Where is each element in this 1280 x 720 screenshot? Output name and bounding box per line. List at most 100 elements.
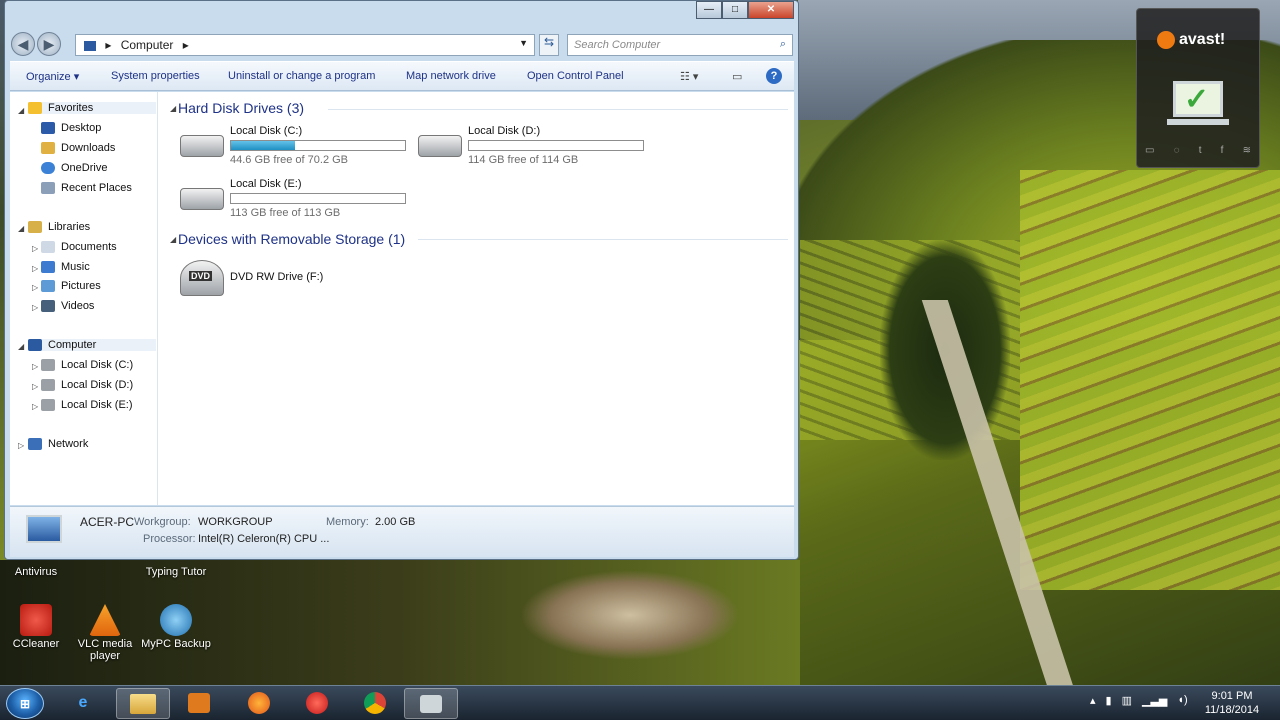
vlc-cone-icon	[89, 604, 121, 636]
group-divider	[328, 109, 788, 110]
nav-favorites[interactable]: Favorites	[28, 102, 156, 115]
content-area: ◢ Hard Disk Drives (3) Local Disk (C:) 4…	[168, 92, 794, 505]
collapsed-arrow[interactable]: ▷	[32, 362, 38, 371]
nav-pictures[interactable]: Pictures	[41, 280, 101, 293]
start-button[interactable]: ⊞	[6, 688, 44, 719]
taskbar-opera[interactable]	[290, 688, 344, 719]
breadcrumb-computer[interactable]: Computer	[121, 38, 174, 52]
nav-local-disk-e[interactable]: Local Disk (E:)	[41, 399, 133, 412]
command-bar: Organize ▾ System properties Uninstall o…	[10, 61, 794, 91]
minimize-button[interactable]: —	[696, 1, 722, 19]
windows-drive-icon	[180, 135, 224, 157]
star-icon	[28, 102, 42, 115]
nav-libraries[interactable]: Libraries	[28, 221, 90, 234]
search-input[interactable]: Search Computer ⌕	[567, 34, 793, 56]
view-options-icon[interactable]: ☷ ▾	[680, 70, 698, 83]
volume-icon[interactable]: ◖)	[1177, 694, 1187, 707]
open-control-panel-button[interactable]: Open Control Panel	[527, 70, 624, 82]
taskbar-file-explorer[interactable]	[116, 688, 170, 719]
collapsed-arrow[interactable]: ▷	[32, 264, 38, 273]
collapsed-arrow[interactable]: ▷	[32, 244, 38, 253]
laptop-base	[1167, 119, 1229, 125]
nav-recent-places[interactable]: Recent Places	[41, 182, 132, 195]
media-player-icon	[188, 693, 210, 713]
search-icon[interactable]: ⌕	[780, 38, 786, 51]
nav-videos[interactable]: Videos	[41, 300, 94, 313]
workgroup-value: WORKGROUP	[198, 516, 273, 528]
ccleaner-icon	[20, 604, 52, 636]
collapsed-arrow[interactable]: ▷	[32, 303, 38, 312]
drive-usage-fill	[231, 141, 295, 150]
nav-desktop[interactable]: Desktop	[41, 122, 101, 135]
facebook-icon[interactable]: f	[1221, 145, 1224, 156]
close-button[interactable]: ✕	[748, 1, 794, 19]
collapsed-arrow[interactable]: ▷	[32, 382, 38, 391]
forward-button[interactable]: ▶	[37, 32, 61, 56]
refresh-icon[interactable]: ◌	[1174, 145, 1180, 156]
twitter-icon[interactable]: t	[1199, 145, 1202, 156]
breadcrumb-separator[interactable]: ▸	[105, 38, 111, 52]
clock-time: 9:01 PM	[1211, 690, 1253, 702]
help-icon[interactable]: ?	[766, 68, 782, 84]
expand-arrow[interactable]: ◢	[18, 342, 24, 351]
processor-label: Processor:	[143, 533, 196, 545]
group-collapse-arrow[interactable]: ◢	[170, 235, 176, 244]
taskbar-internet-explorer[interactable]: e	[56, 688, 110, 719]
preview-pane-icon[interactable]: ▭	[732, 70, 742, 83]
drive-icon	[41, 379, 55, 392]
maximize-button[interactable]: □	[722, 1, 748, 19]
nav-music[interactable]: Music	[41, 261, 90, 274]
drive-free-space: 114 GB free of 114 GB	[468, 154, 579, 166]
navigation-pane: ◢ Favorites Desktop Downloads OneDrive R…	[10, 92, 158, 505]
libraries-icon	[28, 221, 42, 234]
computer-icon	[28, 339, 42, 352]
desktop-icon-typing-tutor[interactable]: Typing Tutor	[140, 566, 212, 578]
system-clock[interactable]: 9:01 PM 11/18/2014	[1200, 689, 1264, 717]
desktop-icon-vlc[interactable]: VLC media player	[69, 604, 141, 662]
system-properties-button[interactable]: System properties	[111, 70, 200, 82]
expand-arrow[interactable]: ◢	[18, 106, 24, 115]
back-button[interactable]: ◀	[11, 32, 35, 56]
map-network-drive-button[interactable]: Map network drive	[406, 70, 496, 82]
desktop-icon-antivirus[interactable]: Antivirus	[0, 566, 72, 578]
group-hard-disk-drives[interactable]: Hard Disk Drives (3)	[178, 100, 304, 116]
nav-documents[interactable]: Documents	[41, 241, 117, 254]
address-bar[interactable]: ▸ Computer ▸ ▼	[75, 34, 535, 56]
address-dropdown-icon[interactable]: ▼	[519, 38, 528, 48]
explorer-window: — □ ✕ ◀ ▶ ▸ Computer ▸ ▼ ⇆ Search Comput…	[4, 0, 799, 560]
breadcrumb-expand[interactable]: ▸	[183, 38, 189, 52]
nav-network[interactable]: Network	[28, 438, 88, 451]
drive-icon	[180, 188, 224, 210]
collapsed-arrow[interactable]: ▷	[32, 283, 38, 292]
nav-local-disk-d[interactable]: Local Disk (D:)	[41, 379, 133, 392]
expand-arrow[interactable]: ◢	[18, 224, 24, 233]
refresh-button[interactable]: ⇆	[539, 34, 559, 56]
nav-onedrive[interactable]: OneDrive	[41, 162, 107, 175]
desktop-icon-ccleaner[interactable]: CCleaner	[0, 604, 72, 650]
taskbar-chrome[interactable]	[348, 688, 402, 719]
details-pane: ACER-PC Workgroup: WORKGROUP Memory: 2.0…	[10, 506, 794, 557]
rss-icon[interactable]: ≋	[1243, 145, 1251, 156]
collapsed-arrow[interactable]: ▷	[32, 402, 38, 411]
uninstall-program-button[interactable]: Uninstall or change a program	[228, 70, 375, 82]
taskbar-media-player[interactable]	[172, 688, 226, 719]
collapsed-arrow[interactable]: ▷	[18, 441, 24, 450]
signal-icon[interactable]: ▁▃▅	[1142, 694, 1167, 707]
battery-icon[interactable]: ▮	[1106, 694, 1112, 707]
main-pane: ◢ Favorites Desktop Downloads OneDrive R…	[10, 92, 794, 505]
nav-local-disk-c[interactable]: Local Disk (C:)	[41, 359, 133, 372]
group-removable-storage[interactable]: Devices with Removable Storage (1)	[178, 231, 405, 247]
desktop-icon-mypc-backup[interactable]: MyPC Backup	[140, 604, 212, 650]
taskbar-camera-app[interactable]	[404, 688, 458, 719]
avast-toolbar: ▭ ◌ t f ≋	[1145, 145, 1251, 156]
show-hidden-icons-arrow[interactable]: ▴	[1090, 694, 1096, 707]
group-collapse-arrow[interactable]: ◢	[170, 104, 176, 113]
firefox-icon	[248, 692, 270, 714]
window-icon[interactable]: ▭	[1145, 145, 1154, 156]
nav-downloads[interactable]: Downloads	[41, 142, 115, 155]
avast-gadget[interactable]: avast! ✓ ▭ ◌ t f ≋	[1136, 8, 1260, 168]
nav-computer[interactable]: Computer	[28, 339, 156, 352]
network-status-icon[interactable]: ▥	[1122, 694, 1132, 707]
taskbar-firefox[interactable]	[232, 688, 286, 719]
organize-button[interactable]: Organize ▾	[26, 70, 79, 83]
